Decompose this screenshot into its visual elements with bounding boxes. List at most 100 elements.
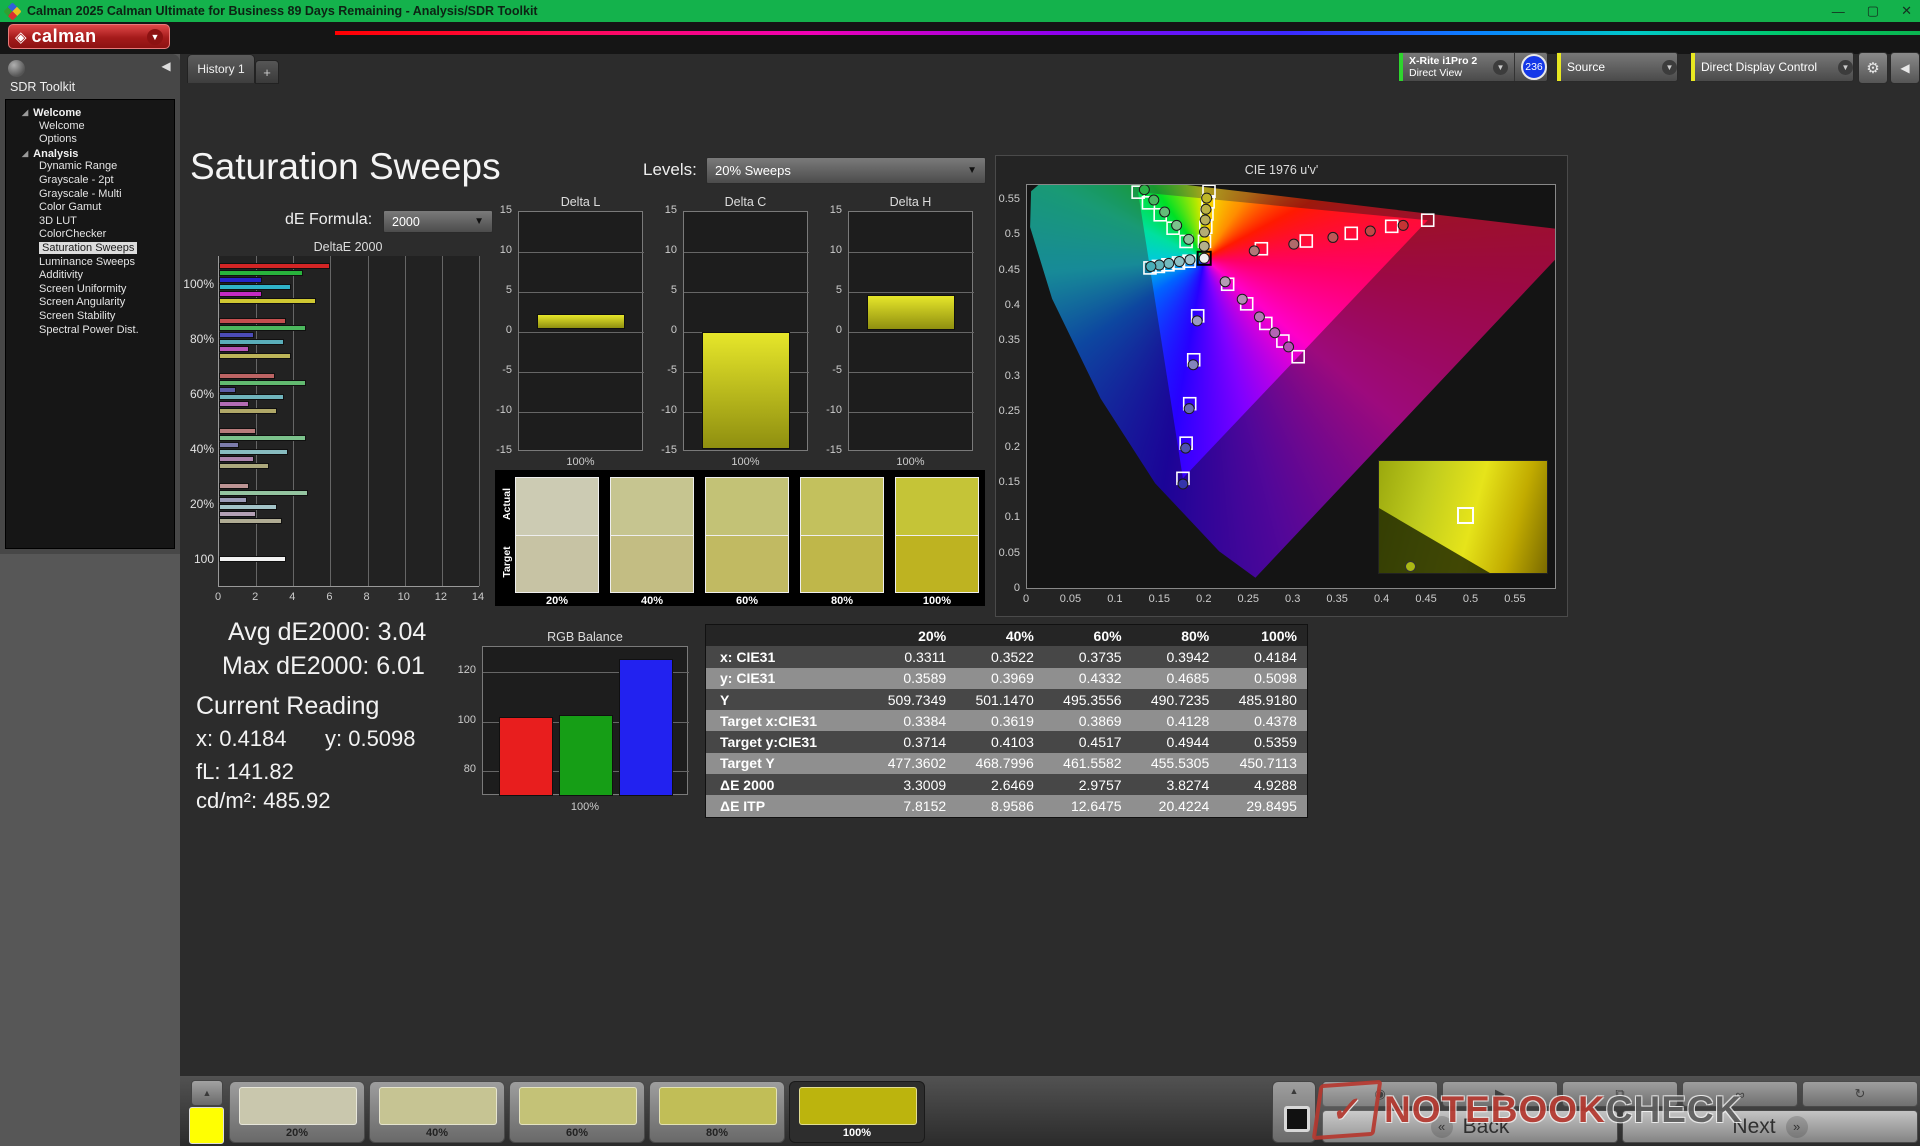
panel-collapse-button[interactable]: ◀ bbox=[1890, 52, 1920, 84]
deltae-bar-red bbox=[219, 318, 286, 324]
sidebar-item-label: Welcome bbox=[39, 120, 85, 132]
sidebar-item-options[interactable]: Options bbox=[6, 133, 174, 147]
tab-history-1[interactable]: History 1 bbox=[187, 54, 255, 83]
deltae-bar-cyan bbox=[219, 449, 288, 455]
deltae-bar-green bbox=[219, 270, 303, 276]
sidebar-item-welcome[interactable]: Welcome bbox=[6, 120, 174, 134]
inset-target-marker bbox=[1457, 507, 1474, 524]
mini-tool-button-1[interactable]: ▶ bbox=[1442, 1081, 1558, 1107]
sidebar-item-luminance-sweeps[interactable]: Luminance Sweeps bbox=[6, 256, 174, 270]
cell-value: 4.9288 bbox=[1219, 777, 1307, 793]
sidebar-item-grayscale-2pt[interactable]: Grayscale - 2pt bbox=[6, 174, 174, 188]
cell-value: 0.4332 bbox=[1044, 670, 1132, 686]
mini-tool-button-2[interactable]: ⧉ bbox=[1562, 1081, 1678, 1107]
deltae-bar-magenta bbox=[219, 456, 254, 462]
gear-icon: ⚙ bbox=[1866, 59, 1879, 77]
cell-value: 0.3714 bbox=[868, 734, 956, 750]
mini-tool-button-4[interactable]: ↻ bbox=[1802, 1081, 1918, 1107]
actual-swatch-80% bbox=[800, 477, 884, 535]
back-button[interactable]: «Back bbox=[1322, 1110, 1618, 1143]
close-button[interactable]: ✕ bbox=[1901, 3, 1912, 19]
sidebar-orb-button[interactable] bbox=[8, 60, 25, 77]
delta_c-title: Delta C bbox=[683, 195, 808, 209]
cie-x-tick-label: 0.4 bbox=[1368, 593, 1396, 605]
sidebar-item-additivity[interactable]: Additivity bbox=[6, 269, 174, 283]
deltae-bar-magenta bbox=[219, 346, 249, 352]
sidebar-item-spectral-power-dist-[interactable]: Spectral Power Dist. bbox=[6, 324, 174, 338]
cell-value: 455.5305 bbox=[1132, 755, 1220, 771]
de-formula-dropdown[interactable]: 2000 ▼ bbox=[383, 210, 493, 233]
sidebar-item-colorchecker[interactable]: ColorChecker bbox=[6, 228, 174, 242]
sidebar-item-saturation-sweeps[interactable]: Saturation Sweeps bbox=[6, 242, 174, 256]
actual-swatch-100% bbox=[895, 477, 979, 535]
sidebar-item-screen-stability[interactable]: Screen Stability bbox=[6, 310, 174, 324]
cie-x-tick-label: 0.35 bbox=[1323, 593, 1351, 605]
chevron-right-icon: » bbox=[1786, 1116, 1808, 1138]
pattern-expand-button[interactable]: ▲ bbox=[191, 1080, 223, 1106]
stop-button[interactable]: ▲ bbox=[1272, 1081, 1316, 1143]
calman-menu-button[interactable]: ◈ calman ▼ bbox=[8, 24, 170, 49]
table-header-20%: 20% bbox=[868, 628, 956, 644]
sidebar-item-grayscale-multi[interactable]: Grayscale - Multi bbox=[6, 188, 174, 202]
delta_h-bar bbox=[867, 295, 955, 329]
pattern-color-patch bbox=[379, 1087, 497, 1125]
x-tick-label: 10 bbox=[396, 591, 412, 603]
sidebar-collapse-icon[interactable]: ◀ bbox=[158, 58, 174, 74]
cie-x-tick-label: 0.15 bbox=[1145, 593, 1173, 605]
cie-y-tick-label: 0.2 bbox=[986, 441, 1020, 453]
next-button[interactable]: Next» bbox=[1622, 1110, 1918, 1143]
reading-x: x: 0.4184 bbox=[196, 726, 287, 752]
source-dropdown[interactable]: Source ▼ bbox=[1556, 52, 1678, 82]
delta_c-x-label: 100% bbox=[683, 456, 808, 468]
sidebar-item-color-gamut[interactable]: Color Gamut bbox=[6, 201, 174, 215]
deltae-bar-green bbox=[219, 490, 308, 496]
cie-x-tick-label: 0.3 bbox=[1279, 593, 1307, 605]
sidebar-group-welcome[interactable]: ◢Welcome bbox=[6, 106, 174, 120]
tree-collapse-icon: ◢ bbox=[22, 108, 28, 117]
sidebar-item-screen-uniformity[interactable]: Screen Uniformity bbox=[6, 283, 174, 297]
sidebar-group-label: Analysis bbox=[33, 148, 78, 160]
pattern-level-button-60%[interactable]: 60% bbox=[509, 1081, 645, 1143]
settings-button[interactable]: ⚙ bbox=[1858, 52, 1888, 84]
sidebar-group-analysis[interactable]: ◢Analysis bbox=[6, 147, 174, 161]
sidebar-item-label: ColorChecker bbox=[39, 228, 106, 240]
pattern-color-patch bbox=[239, 1087, 357, 1125]
cell-value: 490.7235 bbox=[1132, 692, 1220, 708]
sidebar-item-label: Luminance Sweeps bbox=[39, 256, 135, 268]
levels-dropdown[interactable]: 20% Sweeps ▼ bbox=[706, 157, 986, 184]
max-de2000: Max dE2000: 6.01 bbox=[222, 652, 425, 681]
display-control-dropdown[interactable]: Direct Display Control ▼ bbox=[1690, 52, 1854, 82]
pattern-level-button-100%[interactable]: 100% bbox=[789, 1081, 925, 1143]
minimize-button[interactable]: — bbox=[1832, 4, 1845, 19]
pattern-level-button-80%[interactable]: 80% bbox=[649, 1081, 785, 1143]
deltae-bar-yellow bbox=[219, 408, 277, 414]
sidebar-item-label: Grayscale - Multi bbox=[39, 188, 122, 200]
y-tick-label: 120 bbox=[450, 664, 476, 676]
cie-y-tick-label: 0.15 bbox=[986, 476, 1020, 488]
cie-y-tick-label: 0.55 bbox=[986, 193, 1020, 205]
cie-y-tick-label: 0.05 bbox=[986, 547, 1020, 559]
rgb-bar-red bbox=[499, 717, 553, 796]
meter-dropdown[interactable]: X-Rite i1Pro 2 Direct View ▼ 236 bbox=[1398, 52, 1548, 82]
group-label: 60% bbox=[158, 387, 214, 401]
cell-value: 468.7996 bbox=[956, 755, 1044, 771]
mini-tool-button-0[interactable]: ◉ bbox=[1322, 1081, 1438, 1107]
group-label: 40% bbox=[158, 442, 214, 456]
sidebar-item-3d-lut[interactable]: 3D LUT bbox=[6, 215, 174, 229]
pattern-level-button-20%[interactable]: 20% bbox=[229, 1081, 365, 1143]
maximize-button[interactable]: ▢ bbox=[1867, 3, 1879, 19]
y-tick-label: 15 bbox=[810, 204, 842, 216]
sidebar-item-screen-angularity[interactable]: Screen Angularity bbox=[6, 296, 174, 310]
current-pattern-swatch[interactable] bbox=[189, 1107, 224, 1144]
rgb-bar-blue bbox=[619, 659, 673, 796]
add-tab-button[interactable]: + bbox=[255, 60, 279, 84]
y-tick-label: -15 bbox=[480, 444, 512, 456]
chevron-down-icon: ▼ bbox=[1662, 60, 1677, 75]
sidebar-item-dynamic-range[interactable]: Dynamic Range bbox=[6, 160, 174, 174]
x-tick-label: 12 bbox=[433, 591, 449, 603]
cell-value: 0.3735 bbox=[1044, 649, 1132, 665]
mini-tool-button-3[interactable]: ∞ bbox=[1682, 1081, 1798, 1107]
swatch-label: 60% bbox=[705, 595, 789, 607]
gridline bbox=[684, 292, 809, 293]
pattern-level-button-40%[interactable]: 40% bbox=[369, 1081, 505, 1143]
